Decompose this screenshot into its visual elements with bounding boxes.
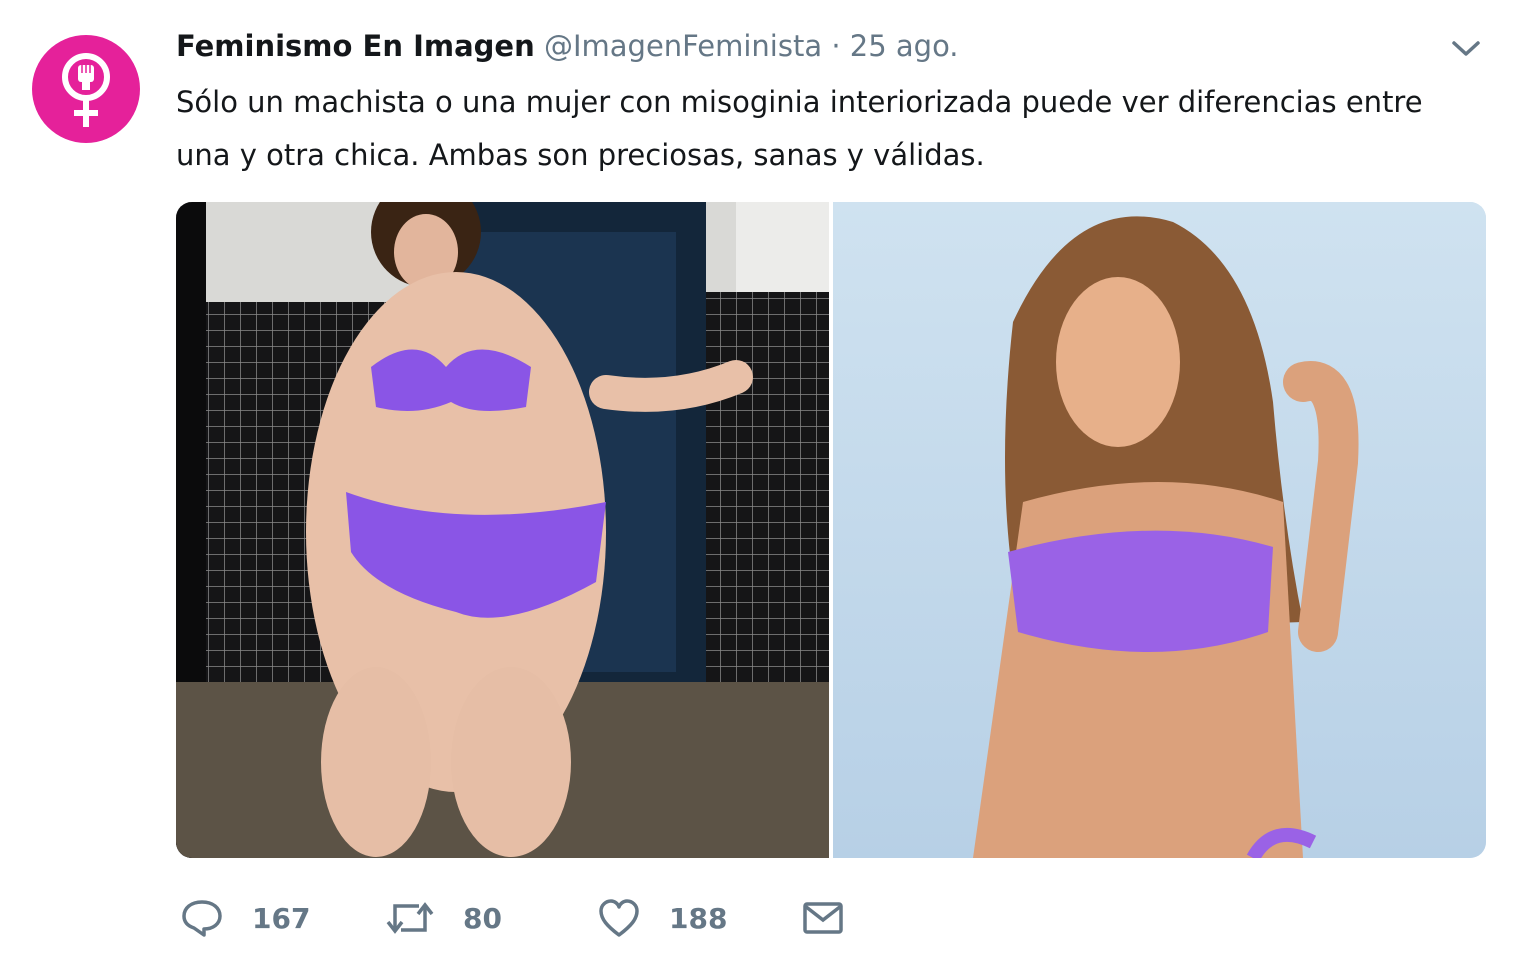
author-handle[interactable]: @ImagenFeminista	[544, 29, 822, 63]
tweet-media	[176, 202, 1486, 858]
direct-message-button[interactable]	[802, 900, 844, 936]
photo-right-image	[833, 202, 1486, 858]
retweet-button[interactable]: 80	[385, 900, 597, 936]
like-count: 188	[669, 901, 728, 935]
tweet-date[interactable]: 25 ago.	[850, 29, 959, 63]
retweet-icon	[386, 902, 434, 934]
photo-right[interactable]	[833, 202, 1486, 858]
direct-message-icon	[803, 902, 843, 934]
tweet-header: Feminismo En Imagen @ImagenFeminista · 2…	[176, 26, 959, 66]
tweet-text: Sólo un machista o una mujer con misogin…	[176, 85, 1423, 172]
like-button[interactable]: 188	[597, 898, 802, 938]
reply-count: 167	[252, 901, 311, 935]
tweet-actions: 167 80 188	[180, 890, 844, 946]
reply-button[interactable]: 167	[180, 898, 385, 938]
avatar[interactable]	[32, 35, 140, 143]
tweet-menu-button[interactable]	[1448, 34, 1484, 64]
header-separator: ·	[831, 29, 841, 63]
like-icon	[599, 899, 639, 937]
chevron-down-icon	[1452, 41, 1480, 56]
reply-icon	[182, 900, 222, 937]
retweet-count: 80	[463, 901, 502, 935]
female-symbol-fist-icon	[62, 53, 110, 127]
photo-left[interactable]	[176, 202, 829, 858]
photo-left-image	[176, 202, 829, 858]
author-name[interactable]: Feminismo En Imagen	[176, 29, 535, 63]
